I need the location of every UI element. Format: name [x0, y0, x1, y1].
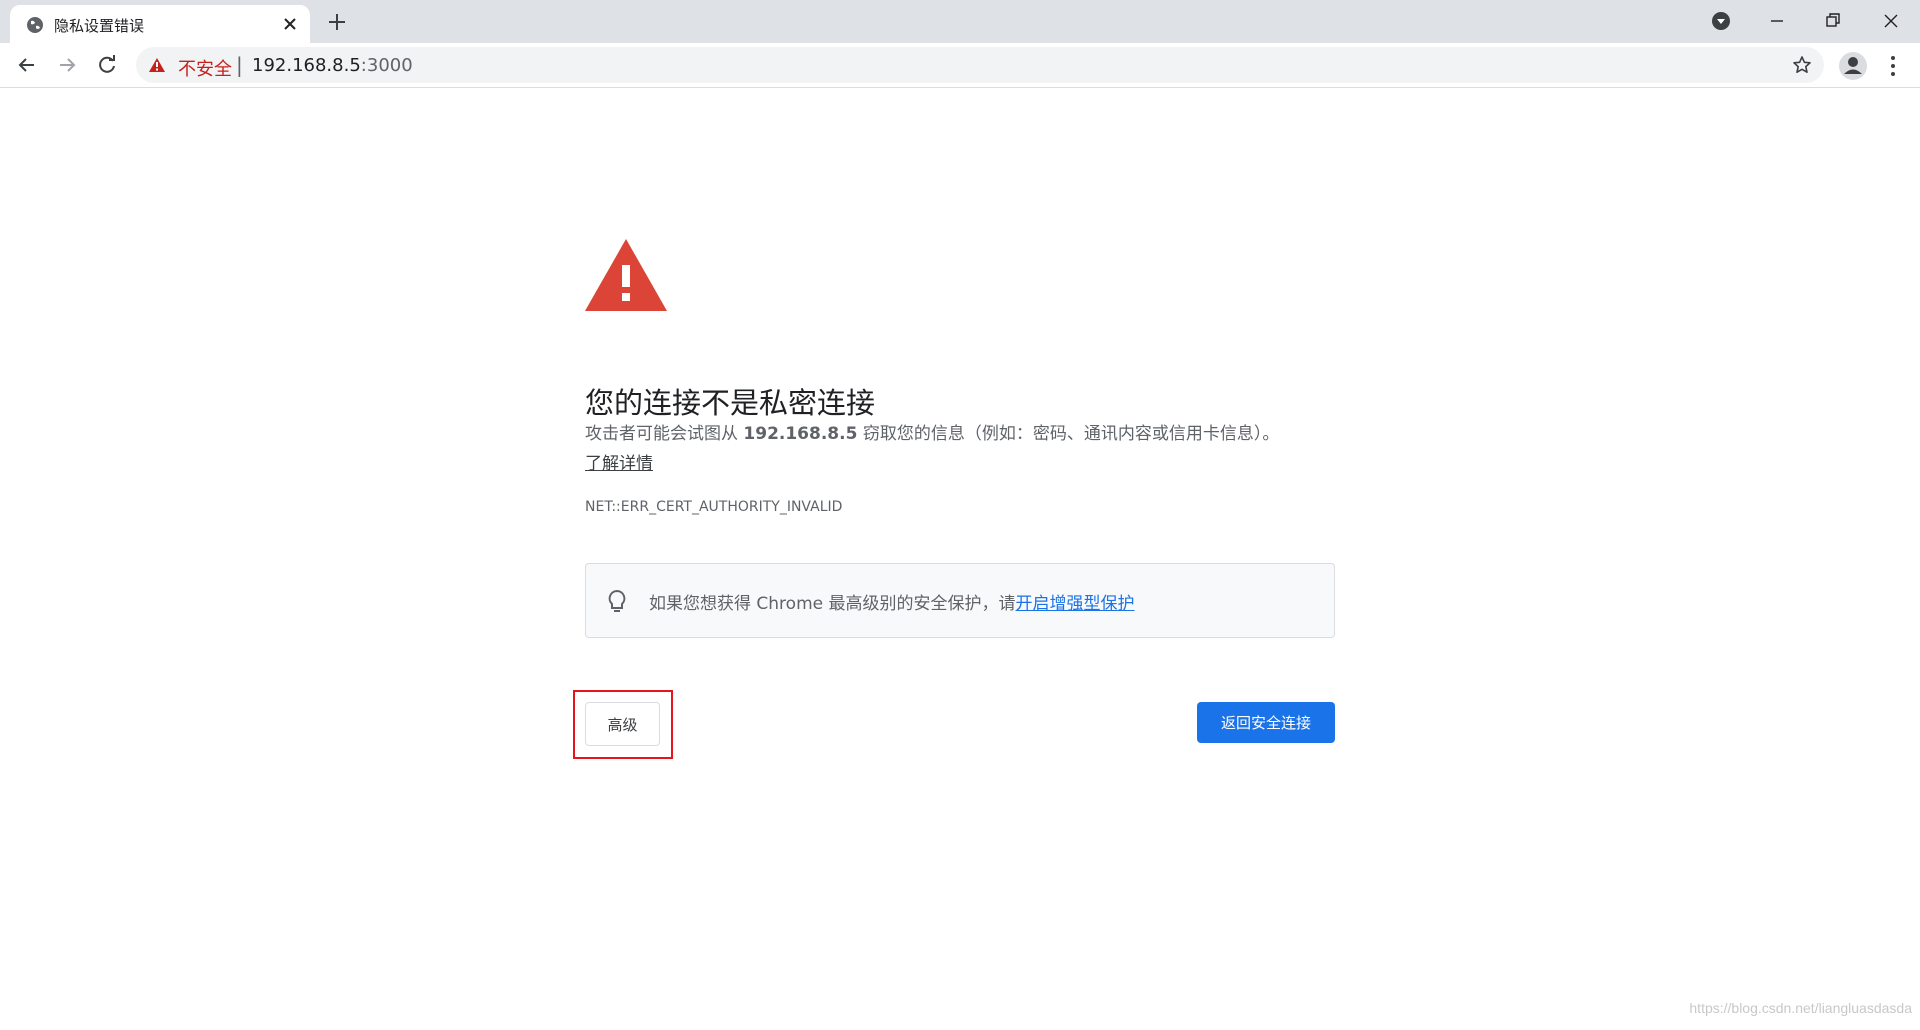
warning-icon[interactable] — [148, 57, 166, 73]
interstitial-page: 您的连接不是私密连接 攻击者可能会试图从 192.168.8.5 窃取您的信息（… — [0, 89, 1920, 1030]
enhanced-protection-tip: 如果您想获得 Chrome 最高级别的安全保护，请开启增强型保护 — [585, 563, 1335, 638]
toolbar: 不安全 | 192.168.8.5:3000 — [0, 43, 1920, 88]
desc-host: 192.168.8.5 — [743, 424, 858, 444]
restore-icon[interactable] — [1818, 6, 1848, 36]
url-host: 192.168.8.5 — [252, 55, 361, 76]
watermark: https://blog.csdn.net/liangluasdasda — [1689, 1000, 1912, 1016]
enhanced-protection-link[interactable]: 开启增强型保护 — [1016, 594, 1135, 614]
url-text[interactable]: 192.168.8.5:3000 — [252, 55, 413, 76]
bookmark-star-icon[interactable] — [1792, 55, 1812, 75]
omnibox-separator: | — [236, 53, 243, 77]
back-arrow-icon[interactable] — [14, 52, 40, 78]
desc-suffix: 窃取您的信息（例如：密码、通讯内容或信用卡信息）。 — [857, 424, 1280, 444]
back-to-safety-button[interactable]: 返回安全连接 — [1197, 702, 1335, 743]
desc-prefix: 攻击者可能会试图从 — [585, 424, 744, 444]
advanced-button[interactable]: 高级 — [585, 702, 660, 746]
tip-text: 如果您想获得 Chrome 最高级别的安全保护，请开启增强型保护 — [649, 589, 1135, 614]
close-window-icon[interactable] — [1876, 6, 1906, 36]
error-code[interactable]: NET::ERR_CERT_AUTHORITY_INVALID — [585, 499, 842, 515]
learn-more-link[interactable]: 了解详情 — [585, 454, 653, 474]
close-icon[interactable] — [280, 14, 300, 34]
address-bar[interactable]: 不安全 | 192.168.8.5:3000 — [136, 47, 1824, 83]
tip-message: 如果您想获得 Chrome 最高级别的安全保护，请 — [649, 594, 1016, 614]
tab-active[interactable]: 隐私设置错误 — [10, 5, 310, 43]
tab-search-icon[interactable] — [1710, 10, 1732, 32]
page-title: 您的连接不是私密连接 — [585, 386, 876, 421]
url-port: :3000 — [360, 55, 413, 76]
profile-avatar-icon[interactable] — [1838, 51, 1868, 81]
minimize-icon[interactable] — [1762, 6, 1792, 36]
tab-strip: 隐私设置错误 — [0, 0, 1920, 43]
tab-title: 隐私设置错误 — [54, 17, 145, 35]
lightbulb-icon — [608, 589, 626, 612]
new-tab-icon[interactable] — [325, 10, 349, 34]
not-secure-label[interactable]: 不安全 — [178, 55, 232, 81]
forward-arrow-icon[interactable] — [54, 52, 80, 78]
more-menu-icon[interactable] — [1880, 53, 1906, 79]
warning-description: 攻击者可能会试图从 192.168.8.5 窃取您的信息（例如：密码、通讯内容或… — [585, 419, 1345, 479]
globe-icon — [27, 17, 43, 33]
warning-triangle-icon — [585, 239, 667, 311]
reload-icon[interactable] — [94, 52, 120, 78]
